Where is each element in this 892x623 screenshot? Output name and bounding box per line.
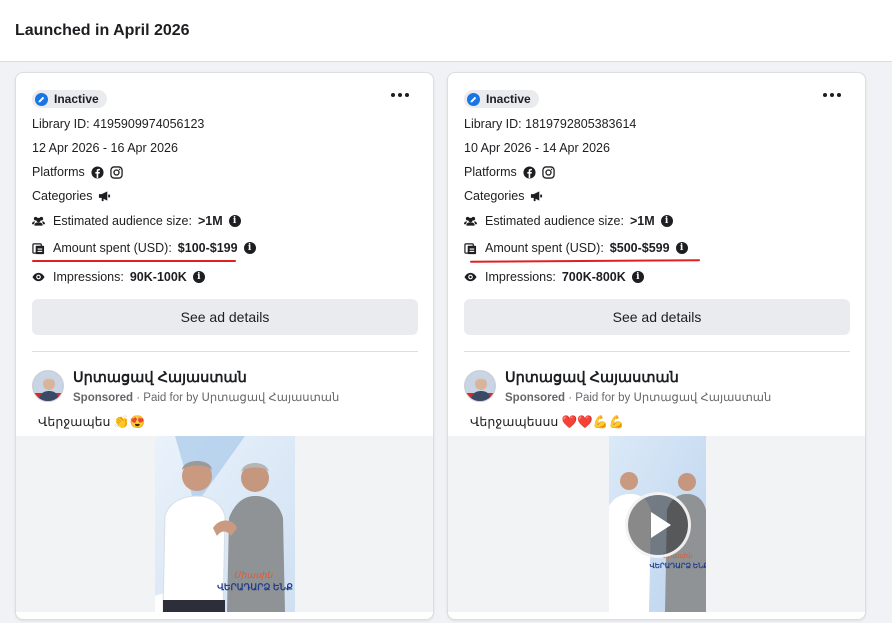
impressions-value: 90K-100K <box>129 270 187 284</box>
platforms-label: Platforms <box>32 165 85 179</box>
library-id-text: Library ID: 4195909974056123 <box>32 117 205 131</box>
impressions-row: Impressions: 700K-800K i <box>464 270 644 284</box>
audience-label: Estimated audience size: <box>53 214 192 228</box>
categories-label: Categories <box>32 189 93 203</box>
run-dates: 12 Apr 2026 - 16 Apr 2026 <box>32 141 178 155</box>
platforms-label: Platforms <box>464 165 517 179</box>
info-icon[interactable]: i <box>660 215 673 227</box>
megaphone-icon <box>530 190 543 203</box>
sponsored-line: Sponsored · Paid for by Սրտացավ Հայաստան <box>73 390 339 404</box>
info-icon[interactable]: i <box>228 215 241 227</box>
check-circle-icon <box>467 92 480 106</box>
check-circle-icon <box>35 92 48 106</box>
audience-row: Estimated audience size: >1M i <box>464 214 673 228</box>
media-caption: ՎԵՐԱԴԱՐՁ ԵՆՔ <box>217 582 293 592</box>
status-badge: Inactive <box>32 90 107 108</box>
see-ad-details-button[interactable]: See ad details <box>464 299 850 335</box>
sponsored-line: Sponsored · Paid for by Սրտացավ Հայաստան <box>505 390 771 404</box>
people-icon <box>464 215 477 228</box>
info-icon[interactable]: i <box>192 271 205 283</box>
categories-row: Categories <box>464 189 543 203</box>
more-options-icon[interactable] <box>391 93 409 97</box>
section-title: Launched in April 2026 <box>15 22 190 39</box>
play-icon[interactable] <box>625 492 691 558</box>
ad-image[interactable]: Միասին ՎԵՐԱԴԱՐՁ ԵՆՔ <box>155 436 295 612</box>
sponsored-label: Sponsored <box>505 392 566 404</box>
paid-for-text: · Paid for by Սրտացավ Հայաստան <box>133 392 340 404</box>
money-stack-icon <box>32 242 45 255</box>
avatar[interactable] <box>464 370 496 402</box>
red-underline-annotation <box>469 259 701 263</box>
megaphone-icon <box>98 190 111 203</box>
ad-media: Միասին ՎԵՐԱԴԱՐՁ ԵՆՔ <box>16 436 433 612</box>
run-dates-text: 10 Apr 2026 - 14 Apr 2026 <box>464 141 610 155</box>
info-icon[interactable]: i <box>243 242 256 254</box>
info-icon[interactable]: i <box>675 242 688 254</box>
platforms-row: Platforms <box>32 165 123 179</box>
amount-spent-label: Amount spent (USD): <box>53 241 172 255</box>
instagram-icon <box>110 165 123 179</box>
money-stack-icon <box>464 242 477 255</box>
impressions-label: Impressions: <box>53 270 124 284</box>
amount-spent-row: Amount spent (USD): $100-$199 i <box>32 241 256 255</box>
page-name-link[interactable]: Սրտացավ Հայաստան <box>73 370 247 386</box>
page-name-link[interactable]: Սրտացավ Հայաստան <box>505 370 679 386</box>
categories-label: Categories <box>464 189 525 203</box>
divider <box>32 351 418 352</box>
amount-spent-value: $500-$599 <box>609 241 670 255</box>
media-caption: ՎԵՐԱԴԱՐՁ ԵՆՔ <box>650 562 706 570</box>
impressions-label: Impressions: <box>485 270 556 284</box>
ad-body-text: Վերջապեսսս ❤️❤️💪💪 <box>470 415 625 429</box>
ad-media: Միասին ՎԵՐԱԴԱՐՁ ԵՆՔ <box>448 436 865 612</box>
run-dates: 10 Apr 2026 - 14 Apr 2026 <box>464 141 610 155</box>
library-id-text: Library ID: 1819792805383614 <box>464 117 637 131</box>
amount-spent-label: Amount spent (USD): <box>485 241 604 255</box>
audience-value: >1M <box>197 214 223 228</box>
avatar[interactable] <box>32 370 64 402</box>
status-label: Inactive <box>54 92 99 106</box>
ad-video-thumbnail[interactable]: Միասին ՎԵՐԱԴԱՐՁ ԵՆՔ <box>609 436 706 612</box>
audience-value: >1M <box>629 214 655 228</box>
eye-icon <box>464 271 477 284</box>
impressions-value: 700K-800K <box>561 270 626 284</box>
paid-for-text: · Paid for by Սրտացավ Հայաստան <box>565 392 772 404</box>
ad-body-text: Վերջապես 👏😍 <box>38 415 146 429</box>
see-ad-details-button[interactable]: See ad details <box>32 299 418 335</box>
facebook-icon <box>91 165 104 179</box>
divider <box>464 351 850 352</box>
audience-row: Estimated audience size: >1M i <box>32 214 241 228</box>
facebook-icon <box>523 165 536 179</box>
status-label: Inactive <box>486 92 531 106</box>
sponsored-label: Sponsored <box>73 392 134 404</box>
library-id: Library ID: 1819792805383614 <box>464 117 636 131</box>
run-dates-text: 12 Apr 2026 - 16 Apr 2026 <box>32 141 178 155</box>
platforms-row: Platforms <box>464 165 555 179</box>
library-id: Library ID: 4195909974056123 <box>32 117 204 131</box>
ad-card: Inactive Library ID: 1819792805383614 10… <box>447 72 866 620</box>
impressions-row: Impressions: 90K-100K i <box>32 270 205 284</box>
red-underline-annotation <box>32 260 236 262</box>
amount-spent-row: Amount spent (USD): $500-$599 i <box>464 241 688 255</box>
info-icon[interactable]: i <box>631 271 644 283</box>
more-options-icon[interactable] <box>823 93 841 97</box>
amount-spent-value: $100-$199 <box>177 241 238 255</box>
people-icon <box>32 215 45 228</box>
status-badge: Inactive <box>464 90 539 108</box>
svg-text:Միասին: Միասին <box>234 570 274 580</box>
section-header: Launched in April 2026 <box>0 0 892 62</box>
categories-row: Categories <box>32 189 111 203</box>
instagram-icon <box>542 165 555 179</box>
audience-label: Estimated audience size: <box>485 214 624 228</box>
eye-icon <box>32 271 45 284</box>
ad-card: Inactive Library ID: 4195909974056123 12… <box>15 72 434 620</box>
